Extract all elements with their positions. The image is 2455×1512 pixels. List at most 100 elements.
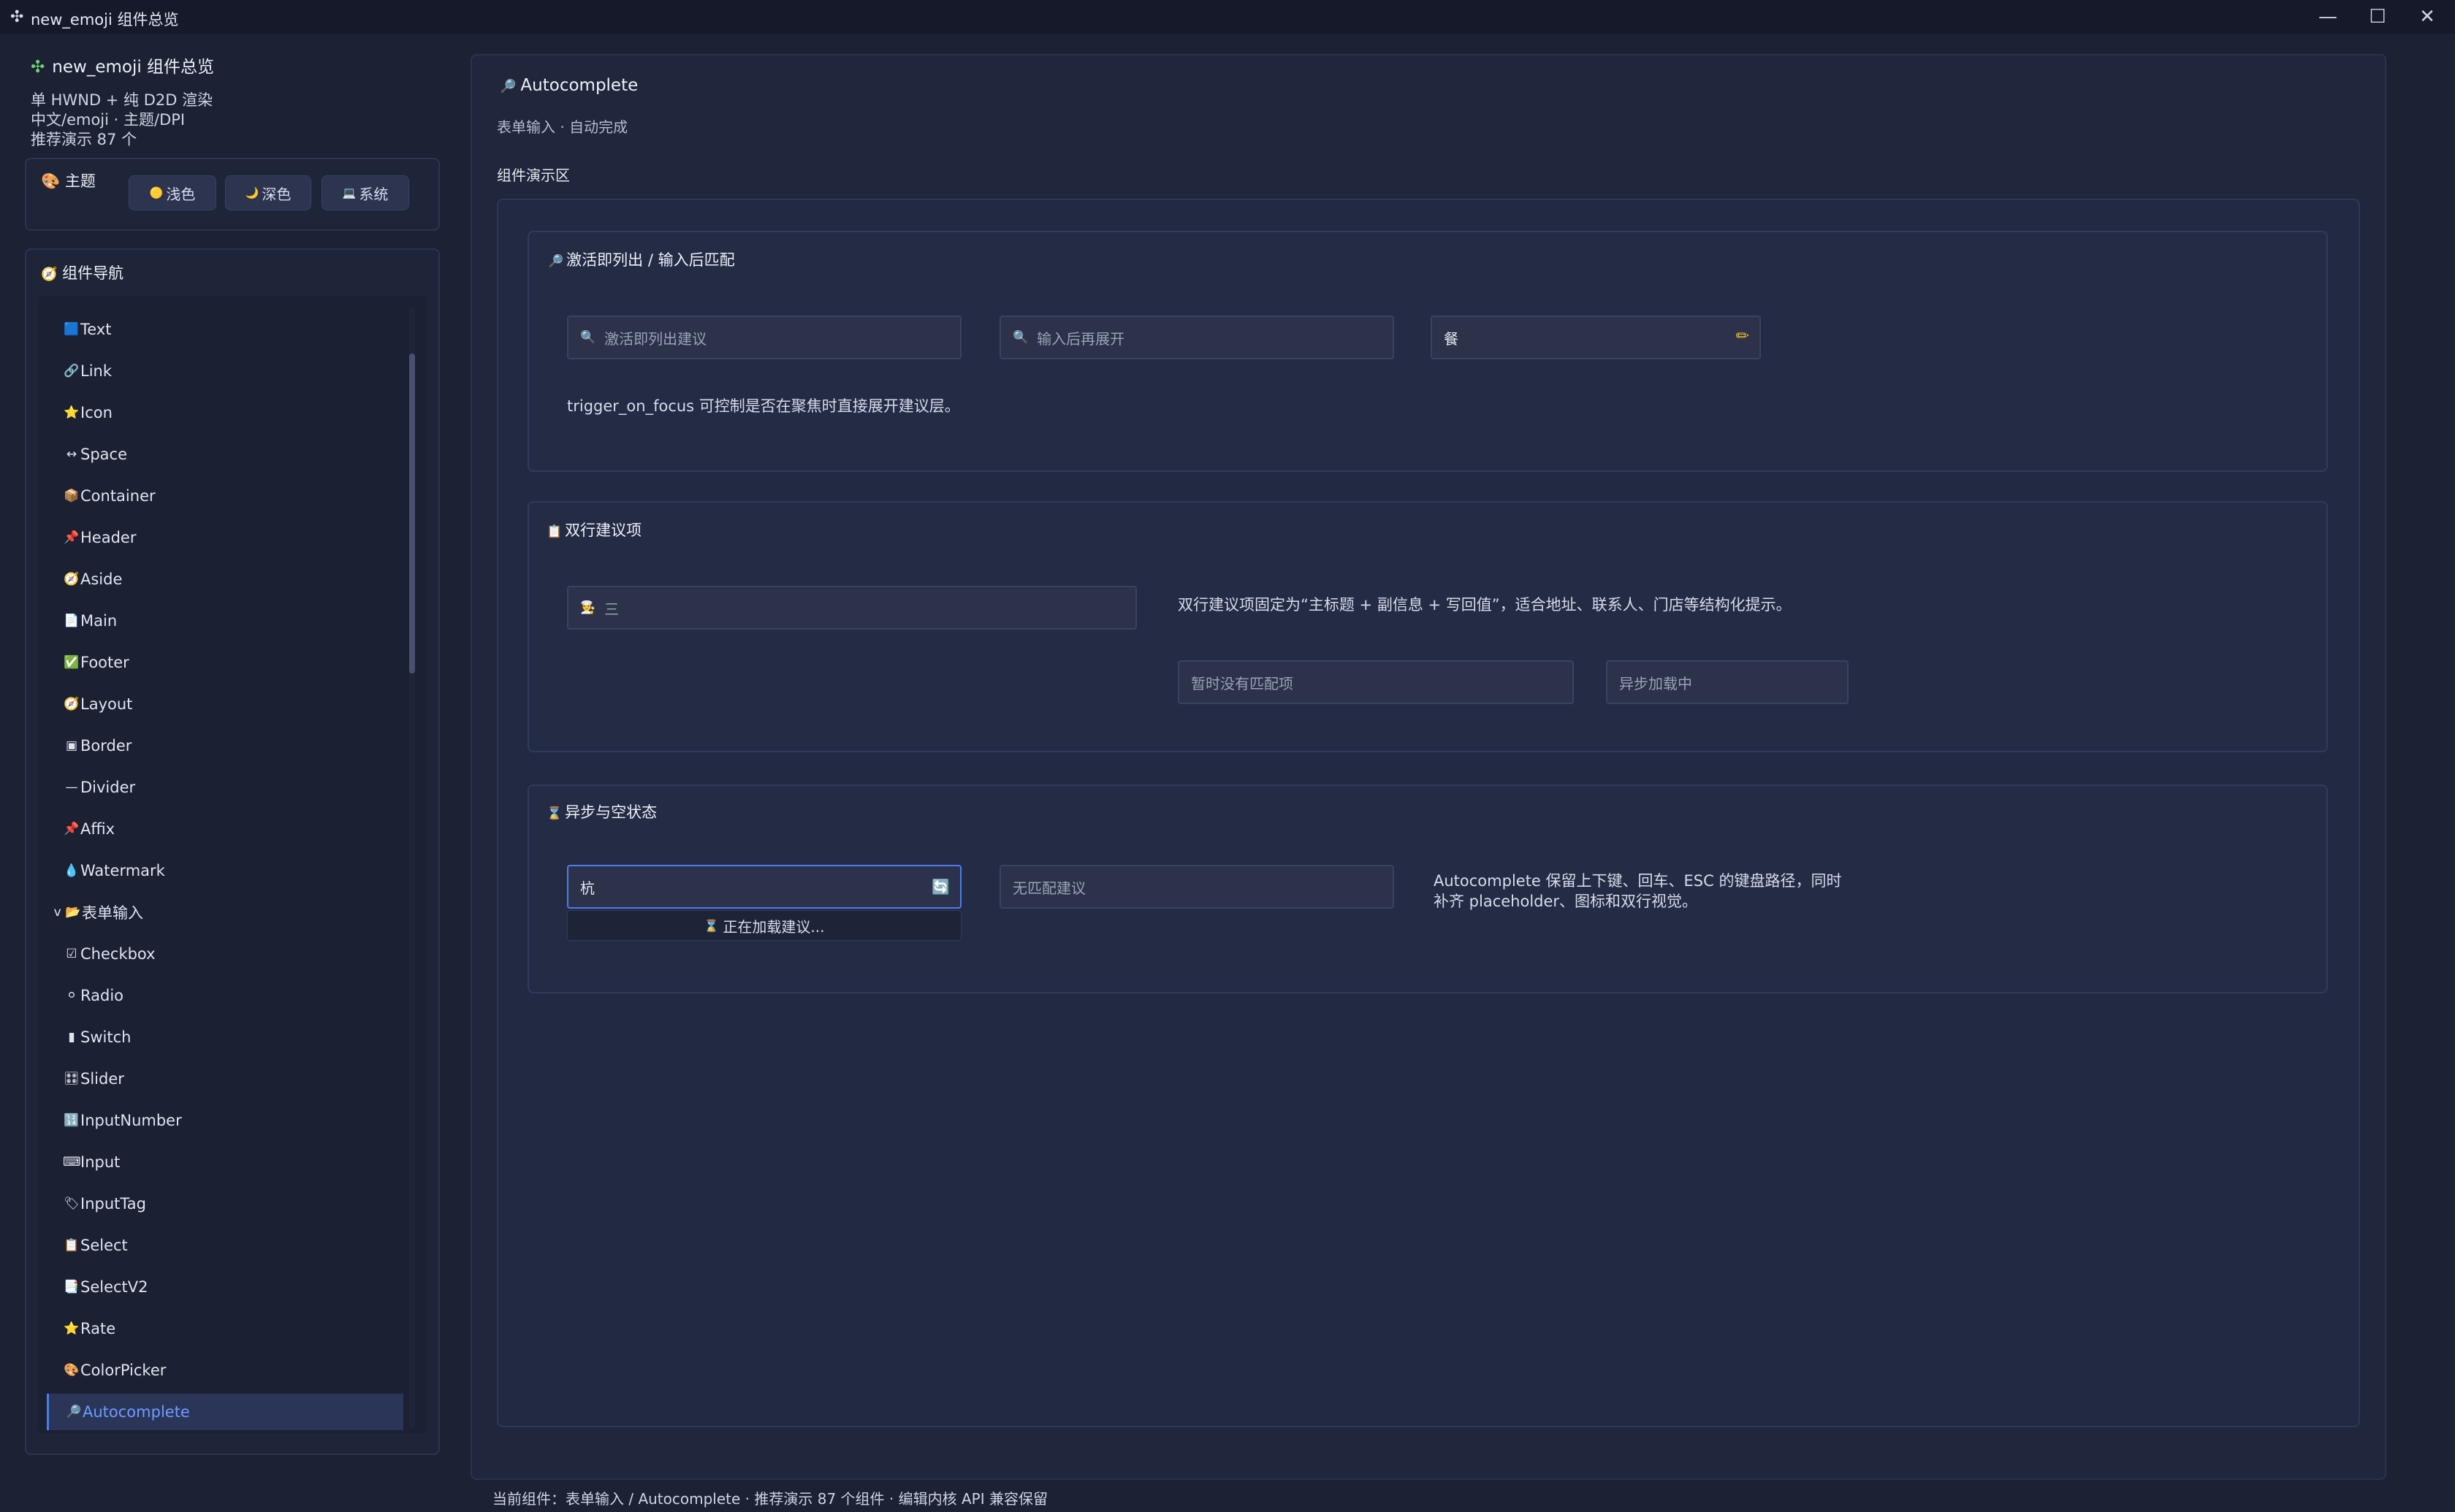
chef-icon: 🧑‍🍳	[580, 600, 596, 615]
sidebar-item-label: Checkbox	[80, 945, 156, 963]
card-description: Autocomplete 保留上下键、回车、ESC 的键盘路径，同时补齐 pla…	[1434, 872, 1842, 910]
app-logo-icon: ✣	[31, 58, 45, 77]
sidebar-item-divider[interactable]: — Divider	[47, 769, 403, 806]
sidebar-item-link[interactable]: 🔗 Link	[47, 353, 403, 389]
search-icon: 🔍	[580, 330, 596, 345]
autocomplete-async-input[interactable]: 异步加载中	[1606, 660, 1849, 704]
sidebar-item-header[interactable]: 📌 Header	[47, 519, 403, 556]
page-title-label: Autocomplete	[520, 76, 639, 95]
sidebar-item-label: Container	[80, 487, 156, 505]
demo-area-label: 组件演示区	[497, 167, 570, 184]
window-title: new_emoji 组件总览	[31, 11, 179, 28]
sidebar-item-label: Slider	[80, 1070, 124, 1088]
autocomplete-empty-input[interactable]: 暂时没有匹配项	[1178, 660, 1574, 704]
sidebar-item-label: Footer	[80, 654, 129, 671]
theme-system-label: 系统	[359, 185, 389, 203]
sidebar-item-selectv2[interactable]: 📑 SelectV2	[47, 1269, 403, 1305]
nav-item-icon: v 📂	[53, 905, 81, 920]
nav-item-icon: 📌	[64, 822, 80, 836]
theme-light-label: 浅色	[166, 185, 196, 203]
autocomplete-two-line-input[interactable]: 🧑‍🍳 三	[567, 586, 1137, 630]
sidebar-item-border[interactable]: ▣ Border	[47, 728, 403, 764]
sidebar-item-label: Rate	[80, 1320, 116, 1337]
placeholder-text: 激活即列出建议	[604, 329, 707, 348]
compass-icon: 🧭	[41, 267, 58, 282]
laptop-icon: 💻	[342, 186, 357, 199]
sidebar-item-icon[interactable]: ⭐ Icon	[47, 394, 403, 431]
sidebar-item-layout[interactable]: 🧭 Layout	[47, 686, 403, 722]
input-value: 杭	[580, 879, 595, 897]
sidebar-item-label: Layout	[80, 695, 133, 713]
sidebar-item-container[interactable]: 📦 Container	[47, 478, 403, 514]
nav-title: 🧭 组件导航	[41, 261, 123, 283]
theme-dark-button[interactable]: 🌙 深色	[225, 175, 311, 210]
sidebar-item-radio[interactable]: ⚪ Radio	[47, 977, 403, 1014]
app-info: 单 HWND + 纯 D2D 渲染 中文/emoji · 主题/DPI 推荐演示…	[31, 91, 213, 150]
nav-item-icon: 🔎	[66, 1405, 82, 1419]
info-line: 单 HWND + 纯 D2D 渲染	[31, 91, 213, 109]
card-title: 📋 双行建议项	[547, 519, 642, 541]
nav-item-icon: 📦	[64, 489, 80, 503]
sidebar-item-main[interactable]: 📄 Main	[47, 603, 403, 639]
sidebar-item-rate[interactable]: ⭐ Rate	[47, 1310, 403, 1347]
theme-system-button[interactable]: 💻 系统	[321, 175, 409, 210]
card-description: trigger_on_focus 可控制是否在聚焦时直接展开建议层。	[567, 397, 960, 415]
pencil-icon[interactable]: ✏	[1736, 327, 1749, 345]
card-title: ⌛ 异步与空状态	[547, 801, 657, 822]
sidebar-item-label: InputNumber	[80, 1112, 182, 1129]
sidebar-item-checkbox[interactable]: ☑ Checkbox	[47, 936, 403, 972]
nav-scrollbar-thumb[interactable]	[409, 354, 415, 673]
sidebar-item-label: ColorPicker	[80, 1362, 167, 1379]
sidebar-item-label: Icon	[80, 404, 113, 421]
autocomplete-focus-input[interactable]: 🔍 激活即列出建议	[567, 316, 962, 359]
sidebar-item-label: Divider	[80, 779, 136, 796]
loading-text: 正在加载建议...	[723, 917, 825, 936]
autocomplete-typing-input[interactable]: 🔍 输入后再展开	[1000, 316, 1394, 359]
nav-item-icon: 🟦	[64, 322, 80, 337]
nav-item-icon: 🧭	[64, 572, 80, 587]
theme-light-button[interactable]: 🟡 浅色	[129, 175, 216, 210]
sidebar-item-label: Input	[80, 1153, 121, 1171]
sidebar-item-label: Radio	[80, 987, 124, 1004]
minimize-button[interactable]: —	[2303, 0, 2353, 34]
close-button[interactable]: ✕	[2402, 0, 2452, 34]
sidebar-item-inputtag[interactable]: 🏷 InputTag	[47, 1185, 403, 1222]
nav-item-icon: 🎛	[64, 1072, 80, 1086]
magnifier-icon: 🔎	[500, 79, 517, 94]
autocomplete-loading-input[interactable]: 杭 🔄	[567, 865, 962, 909]
sidebar-item-select[interactable]: 📋 Select	[47, 1227, 403, 1264]
theme-title: 🎨 主题	[41, 169, 96, 191]
sidebar-item-label: Text	[80, 321, 112, 338]
sidebar-item-label: Switch	[80, 1028, 132, 1046]
page-title: 🔎 Autocomplete	[500, 76, 638, 95]
sidebar-item-inputnumber[interactable]: 🔢 InputNumber	[47, 1102, 403, 1139]
autocomplete-nomatch-input[interactable]: 无匹配建议	[1000, 865, 1394, 909]
sidebar-item-label: Space	[80, 446, 127, 463]
placeholder-text: 输入后再展开	[1037, 329, 1125, 348]
sidebar-item-text[interactable]: 🟦 Text	[47, 311, 403, 348]
sidebar-item-footer[interactable]: ✅ Footer	[47, 644, 403, 681]
sidebar-item-表单输入[interactable]: v 📂 表单输入	[47, 894, 403, 931]
palette-icon: 🎨	[41, 172, 61, 190]
sidebar-item-label: Aside	[80, 570, 123, 588]
sidebar-item-switch[interactable]: ▮ Switch	[47, 1019, 403, 1055]
sidebar-item-slider[interactable]: 🎛 Slider	[47, 1061, 403, 1097]
sidebar-item-affix[interactable]: 📌 Affix	[47, 811, 403, 847]
theme-title-label: 主题	[64, 172, 96, 190]
sidebar-item-watermark[interactable]: 💧 Watermark	[47, 852, 403, 889]
sidebar-item-label: 表单输入	[82, 904, 143, 922]
sidebar-item-input[interactable]: ⌨ Input	[47, 1144, 403, 1180]
hourglass-icon: ⌛	[547, 806, 563, 821]
sidebar-item-aside[interactable]: 🧭 Aside	[47, 561, 403, 597]
autocomplete-value-input[interactable]: 餐 ✏	[1431, 316, 1761, 359]
nav-item-icon: 🔢	[64, 1113, 80, 1128]
sidebar-item-label: InputTag	[80, 1195, 146, 1213]
refresh-icon[interactable]: 🔄	[932, 878, 950, 896]
maximize-button[interactable]: ☐	[2353, 0, 2402, 34]
sidebar-item-space[interactable]: ↔ Space	[47, 436, 403, 473]
card-title-label: 双行建议项	[565, 522, 642, 539]
sidebar-item-colorpicker[interactable]: 🎨 ColorPicker	[47, 1352, 403, 1389]
sidebar-item-autocomplete[interactable]: 🔎 Autocomplete	[47, 1394, 403, 1430]
nav-title-label: 组件导航	[62, 264, 124, 282]
loading-dropdown: ⌛ 正在加载建议...	[567, 910, 962, 941]
